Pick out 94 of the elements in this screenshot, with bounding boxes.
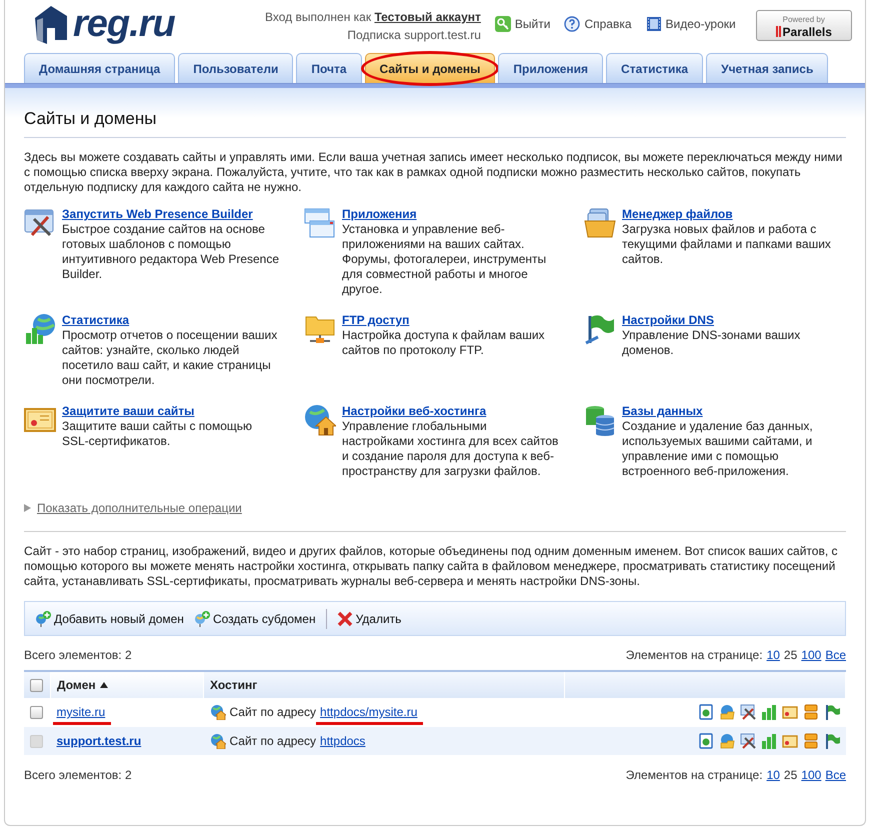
login-label: Вход выполнен как: [265, 10, 372, 24]
feature-link[interactable]: Приложения: [342, 207, 417, 221]
tools-icon[interactable]: [740, 704, 756, 720]
toolbar-button[interactable]: Удалить: [336, 610, 402, 626]
flag-icon[interactable]: [824, 704, 840, 720]
feature-description: Управление DNS-зонами ваших доменов.: [622, 328, 802, 358]
feature-description: Загрузка новых файлов и работа с текущими файлами и папками ваших сайтов.: [622, 222, 832, 267]
globe-house-icon: [304, 404, 336, 436]
column-header[interactable]: Хостинг: [210, 678, 258, 692]
column-header[interactable]: Домен: [57, 678, 108, 692]
feature-link[interactable]: Менеджер файлов: [622, 207, 733, 221]
hosting-label: Сайт по адресу: [230, 734, 316, 748]
database-icon: [584, 404, 616, 436]
feature-description: Настройка доступа к файлам ваших сайтов по протоколу FTP.: [342, 328, 546, 358]
nav-tab[interactable]: Пользователи: [178, 53, 294, 83]
select-all-checkbox[interactable]: [30, 679, 43, 692]
sort-up-icon: [100, 682, 108, 688]
stack-icon[interactable]: [802, 733, 818, 749]
tools-icon[interactable]: [740, 733, 756, 749]
feature-description: Установка и управление веб-приложениями на ваших сайтах. Форумы, фотогалереи, инструменты для совместной работы и многое другое.: [342, 222, 548, 297]
subscription-name: support.test.ru: [404, 28, 481, 42]
header-link[interactable]: Видео-уроки: [646, 16, 736, 32]
globe-plus-icon: [35, 610, 51, 626]
hosting-label: Сайт по адресу: [230, 705, 316, 719]
current-page-size: 25: [784, 768, 798, 782]
feature-link[interactable]: Настройки DNS: [622, 313, 714, 327]
header-link[interactable]: Справка: [564, 16, 632, 32]
builder-tools-icon: [24, 207, 56, 239]
globe-folder-icon[interactable]: [718, 733, 734, 749]
key-icon: [494, 16, 511, 32]
sites-intro-text: Сайт - это набор страниц, изображений, видео и других файлов, которые объединены под одним доменным именем. Вот список ваших сайтов, с помощью которого вы можете менять настройки хостинга, открывать папку сайта в файловом менеджере, просматривать статистику посещений сайта, устанавливать SSL-сертификаты, просматривать журналы веб-сервера и менять настройки DNS-зоны.: [24, 544, 838, 589]
nav-tab[interactable]: Сайты и домены: [364, 53, 496, 83]
page-size-link[interactable]: Все: [825, 648, 846, 662]
toolbar-button[interactable]: Создать субдомен: [194, 610, 316, 626]
toolbar-button[interactable]: Добавить новый домен: [35, 610, 184, 626]
feature-description: Создание и удаление баз данных, используемых вашими сайтами, и управление ими с помощью встроенного веб-приложения.: [622, 419, 814, 479]
feature-description: Просмотр отчетов о посещении ваших сайтов: узнайте, сколько людей посетило ваш сайт, и какие страницы они посмотрели.: [62, 328, 278, 388]
feature-link[interactable]: Защитите ваши сайты: [62, 404, 194, 418]
delete-icon: [336, 610, 353, 626]
feature-link[interactable]: Настройки веб-хостинга: [342, 404, 486, 418]
help-icon: [564, 16, 580, 32]
logo-text: reg.ru: [73, 4, 175, 44]
feature-link[interactable]: Запустить Web Presence Builder: [62, 207, 253, 221]
globe-plus-icon: [194, 610, 210, 626]
expand-arrow-icon: [24, 504, 31, 512]
per-page-label: Элементов на странице:: [626, 768, 763, 782]
total-count: Всего элементов: 2: [24, 648, 132, 662]
feature-description: Защитите ваши сайты с помощью SSL-сертификатов.: [62, 419, 254, 449]
feature-link[interactable]: Статистика: [62, 313, 130, 327]
hosting-link[interactable]: httpdocs: [320, 734, 366, 748]
page-title: Сайты и домены: [24, 98, 846, 138]
bar-chart-icon[interactable]: [760, 733, 776, 749]
row-checkbox[interactable]: [30, 706, 43, 720]
bar-chart-icon[interactable]: [760, 704, 776, 720]
current-page-size: 25: [784, 648, 798, 662]
nav-tab[interactable]: Статистика: [606, 53, 704, 83]
page-size-link[interactable]: 100: [801, 648, 822, 662]
flag-icon: [584, 313, 616, 345]
globe-house-icon: [210, 704, 226, 720]
preview-page-icon[interactable]: [698, 733, 714, 749]
hosting-link[interactable]: httpdocs/mysite.ru: [320, 705, 418, 719]
feature-description: Быстрое создание сайтов на основе готовых шаблонов с помощью интуитивного редактора Web Presence Builder.: [62, 222, 280, 282]
more-operations-link[interactable]: Показать дополнительные операции: [37, 501, 242, 515]
page-size-link[interactable]: Все: [825, 768, 846, 782]
header-link[interactable]: Выйти: [494, 16, 550, 32]
nav-tab[interactable]: Учетная запись: [706, 53, 828, 83]
preview-page-icon[interactable]: [698, 704, 714, 720]
windows-icon: [304, 207, 336, 239]
feature-link[interactable]: FTP доступ: [342, 313, 410, 327]
subscription-label: Подписка: [347, 28, 401, 42]
parallels-button[interactable]: Powered by Parallels: [756, 10, 852, 41]
flag-icon[interactable]: [824, 733, 840, 749]
total-count: Всего элементов: 2: [24, 768, 132, 782]
page-size-link[interactable]: 100: [801, 768, 822, 782]
page-size-link[interactable]: 10: [766, 648, 780, 662]
feature-description: Управление глобальными настройками хостинга для всех сайтов и создание пароля для доступа к веб-пространству для загрузки файлов.: [342, 419, 560, 479]
feature-link[interactable]: Базы данных: [622, 404, 703, 418]
certificate-icon[interactable]: [782, 733, 798, 749]
domain-link[interactable]: mysite.ru: [56, 705, 106, 719]
stack-icon[interactable]: [802, 704, 818, 720]
intro-text: Здесь вы можете создавать сайты и управлять ими. Если ваша учетная запись имеет несколько подписок, вы можете переключаться между ними с помощью списка вверху экрана. Пожалуйста, учтите, что так как в рамках одной подписки можно разместить несколько сайтов, покупать отдельную подписку для каждого сайта не нужно.: [24, 150, 844, 195]
globe-folder-icon[interactable]: [718, 704, 734, 720]
account-link[interactable]: Тестовый аккаунт: [374, 10, 481, 24]
house-logo-icon: [33, 4, 69, 44]
film-icon: [646, 16, 662, 32]
nav-tab[interactable]: Почта: [296, 53, 362, 83]
nav-tab[interactable]: Приложения: [498, 53, 604, 83]
nav-tab[interactable]: Домашняя страница: [24, 53, 176, 83]
folder-box-icon: [584, 207, 616, 239]
page-size-link[interactable]: 10: [766, 768, 780, 782]
per-page-label: Элементов на странице:: [626, 648, 763, 662]
certificate-icon[interactable]: [782, 704, 798, 720]
globe-chart-icon: [24, 313, 56, 345]
globe-house-icon: [210, 733, 226, 749]
